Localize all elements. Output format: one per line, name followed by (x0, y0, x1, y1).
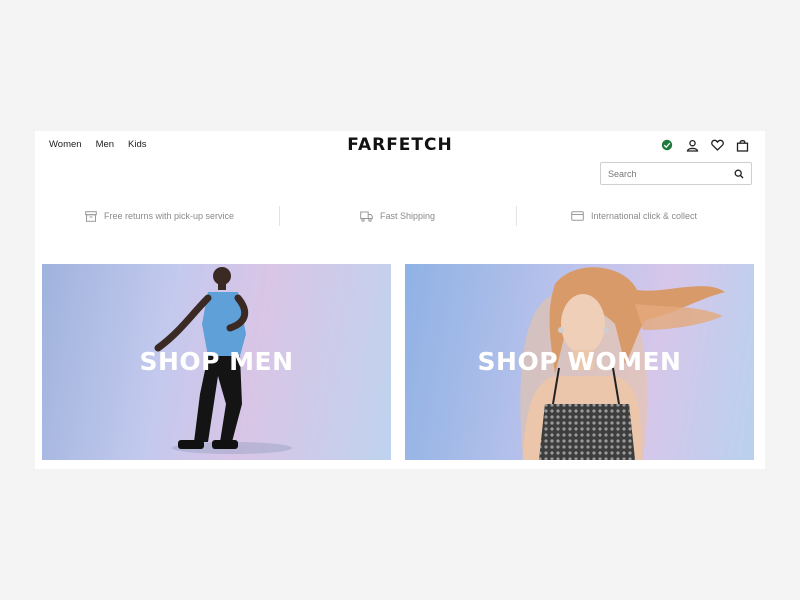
truck-icon (360, 211, 373, 222)
search-icon (734, 169, 744, 178)
benefit-shipping-label: Fast Shipping (380, 211, 436, 221)
shop-women-tile[interactable]: SHOP WOMEN (405, 264, 754, 460)
benefit-returns-label: Free returns with pick-up service (104, 211, 235, 221)
shopping-bag-icon[interactable] (735, 138, 749, 152)
benefits-strip: Free returns with pick-up service Fast S… (35, 204, 765, 228)
search-input[interactable] (601, 163, 727, 184)
brand-logo[interactable]: FARFETCH (35, 135, 765, 155)
wishlist-heart-icon[interactable] (710, 138, 724, 152)
card-icon (571, 211, 584, 221)
search-button[interactable] (727, 163, 751, 184)
benefit-returns[interactable]: Free returns with pick-up service (85, 204, 234, 228)
account-icon[interactable] (685, 138, 699, 152)
shop-men-label: SHOP MEN (139, 347, 294, 376)
benefit-divider (516, 206, 517, 226)
header-icons (660, 138, 749, 152)
benefit-divider (279, 206, 280, 226)
returns-box-icon (85, 210, 97, 222)
region-icon[interactable] (660, 138, 674, 152)
benefit-click-collect-label: International click & collect (591, 211, 698, 221)
search-bar (600, 162, 752, 185)
shop-men-tile[interactable]: SHOP MEN (42, 264, 391, 460)
benefit-shipping[interactable]: Fast Shipping (360, 204, 435, 228)
shop-women-label: SHOP WOMEN (477, 347, 682, 376)
benefit-click-collect[interactable]: International click & collect (571, 204, 697, 228)
page: Women Men Kids FARFETCH Search Free retu… (35, 131, 765, 469)
